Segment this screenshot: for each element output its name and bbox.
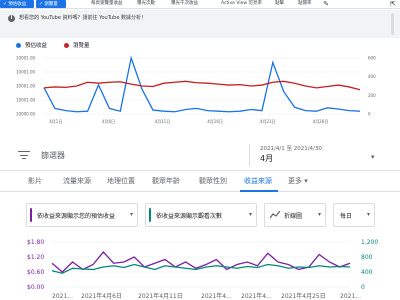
x-tick: 2021年4月25日 <box>281 292 326 300</box>
y-right-tick: 200 <box>368 93 376 98</box>
chip-earnings[interactable]: ✓預估收益 <box>0 0 34 8</box>
y-right-tick: 400 <box>361 269 373 276</box>
x-tick: 4月21日 <box>260 119 276 124</box>
x-tick: 2021... <box>340 293 361 300</box>
y-right-tick: 0 <box>368 112 371 117</box>
y-right-tick: 600 <box>368 56 376 61</box>
top-line-chart: 10001.00 10001.00 10001.00 10001.00 10000.00… <box>16 55 376 125</box>
y-left-tick: 10001.00 <box>16 70 36 75</box>
x-tick: 2021年4... <box>241 292 272 300</box>
chevron-down-icon: ▾ <box>366 211 370 218</box>
divider <box>249 144 250 166</box>
chip-impression-rpm[interactable]: 曝光千次收益 <box>168 0 201 8</box>
y-left-tick: 10000.00 <box>16 112 36 117</box>
x-tick: 4月1日 <box>49 119 62 124</box>
chevron-down-icon: ▾ <box>302 177 308 185</box>
x-tick: 4月6日 <box>102 119 115 124</box>
chart-type-select[interactable]: 折線圖 ▾ <box>264 203 326 227</box>
series-line-earnings <box>43 55 361 113</box>
collapse-icon[interactable]: ⇱ <box>389 0 397 8</box>
y-right-tick: 0 <box>361 284 365 291</box>
y-left-tick: $1.20 <box>27 254 44 261</box>
chip-active-view[interactable]: Active View 可見率 <box>218 0 265 8</box>
y-right-tick: 1,200 <box>361 239 378 246</box>
metric-toolbar: ✓預估收益 ✓瀏覽量 每頁瀏覽量收益 曝光次數 曝光千次收益 Active Vi… <box>0 0 400 9</box>
check-icon: ✓ <box>39 1 44 7</box>
series-line-pageviews <box>43 80 361 91</box>
chip-pageviews[interactable]: ✓瀏覽量 <box>36 0 66 8</box>
chevron-down-icon: ▾ <box>248 211 252 218</box>
chevron-down-icon[interactable]: ▾ <box>371 153 375 161</box>
report-tabs: 影片 流量來源 地理位置 觀眾年齡 觀眾性別 收益來源 更多 ▾ <box>0 170 400 192</box>
chart-type-label: 折線圖 <box>284 213 303 220</box>
edit-icon[interactable]: ✎ <box>322 0 330 8</box>
x-tick: 2021... <box>52 293 73 300</box>
metric1-color-bar <box>30 208 32 222</box>
tab-revenue-sources[interactable]: 收益來源 <box>244 176 272 186</box>
y-left-tick: 10001.00 <box>16 56 36 61</box>
x-tick: 2021年4月6日 <box>81 292 122 300</box>
bottom-line-chart: $1.80$1.20$0.60$0.001,20080040002021... 2… <box>27 239 378 300</box>
y-left-tick: 10001.00 <box>16 98 36 103</box>
info-icon: i <box>8 15 15 22</box>
tab-viewer-age[interactable]: 觀眾年齡 <box>152 176 180 186</box>
y-right-tick: 400 <box>368 74 376 79</box>
tab-viewer-gender[interactable]: 觀眾性別 <box>199 176 227 186</box>
chip-clicks[interactable]: 點擊 <box>272 0 287 8</box>
date-picker[interactable]: 4月 <box>260 153 273 164</box>
y-left-tick: $0.00 <box>27 284 44 291</box>
tab-videos[interactable]: 影片 <box>28 176 42 186</box>
chip-ctr[interactable]: 點閱率 <box>295 0 315 8</box>
x-tick: 4月26日 <box>313 119 329 124</box>
granularity-select[interactable]: 每日 ▾ <box>333 203 375 227</box>
y-left-tick: $0.60 <box>27 269 44 276</box>
x-tick: 4月11日 <box>155 119 171 124</box>
earnings-color-dot <box>16 43 21 48</box>
banner-scrollbar[interactable] <box>391 13 394 35</box>
x-tick: 4月16日 <box>207 119 223 124</box>
banner-text[interactable]: 想看您的 YouTube 資料嗎？請前往 YouTube 數據分析！ <box>19 15 146 22</box>
date-range-text: 2021/4/1 至 2021/4/30 <box>260 146 322 152</box>
line-chart-icon <box>270 211 280 219</box>
tab-traffic-sources[interactable]: 流量來源 <box>63 176 91 186</box>
metric2-select[interactable]: 依收益來源顯示觀看次數 ▾ <box>145 203 257 227</box>
chevron-down-icon: ▾ <box>129 211 133 218</box>
y-left-tick: $1.80 <box>27 239 44 246</box>
active-tab-indicator <box>240 190 278 192</box>
metric1-label: 依收益來源顯示您的預估收益 <box>37 213 116 220</box>
metric1-select[interactable]: 依收益來源顯示您的預估收益 ▾ <box>26 203 138 227</box>
filter-label[interactable]: 篩選器 <box>41 150 65 161</box>
tab-geography[interactable]: 地理位置 <box>107 176 135 186</box>
pageviews-color-dot <box>64 43 69 48</box>
x-tick: 2021年4... <box>201 292 232 300</box>
granularity-label: 每日 <box>340 213 353 220</box>
metric2-label: 依收益來源顯示觀看次數 <box>156 213 223 220</box>
chip-page-rpm[interactable]: 每頁瀏覽量收益 <box>88 0 126 8</box>
legend-pageviews[interactable]: 瀏覽量 <box>64 41 90 49</box>
x-tick: 2021年4月11日 <box>138 292 183 300</box>
info-banner: i 想看您的 YouTube 資料嗎？請前往 YouTube 數據分析！ <box>0 10 400 38</box>
y-right-tick: 800 <box>361 254 373 261</box>
legend-earnings[interactable]: 預估收益 <box>16 41 47 49</box>
filter-icon[interactable] <box>18 150 30 160</box>
tab-more[interactable]: 更多 ▾ <box>288 176 308 186</box>
metric2-color-bar <box>149 208 151 222</box>
y-left-tick: 10001.00 <box>16 84 36 89</box>
chevron-down-icon: ▾ <box>317 211 321 218</box>
chip-impressions[interactable]: 曝光次數 <box>134 0 158 8</box>
check-icon: ✓ <box>3 1 8 7</box>
